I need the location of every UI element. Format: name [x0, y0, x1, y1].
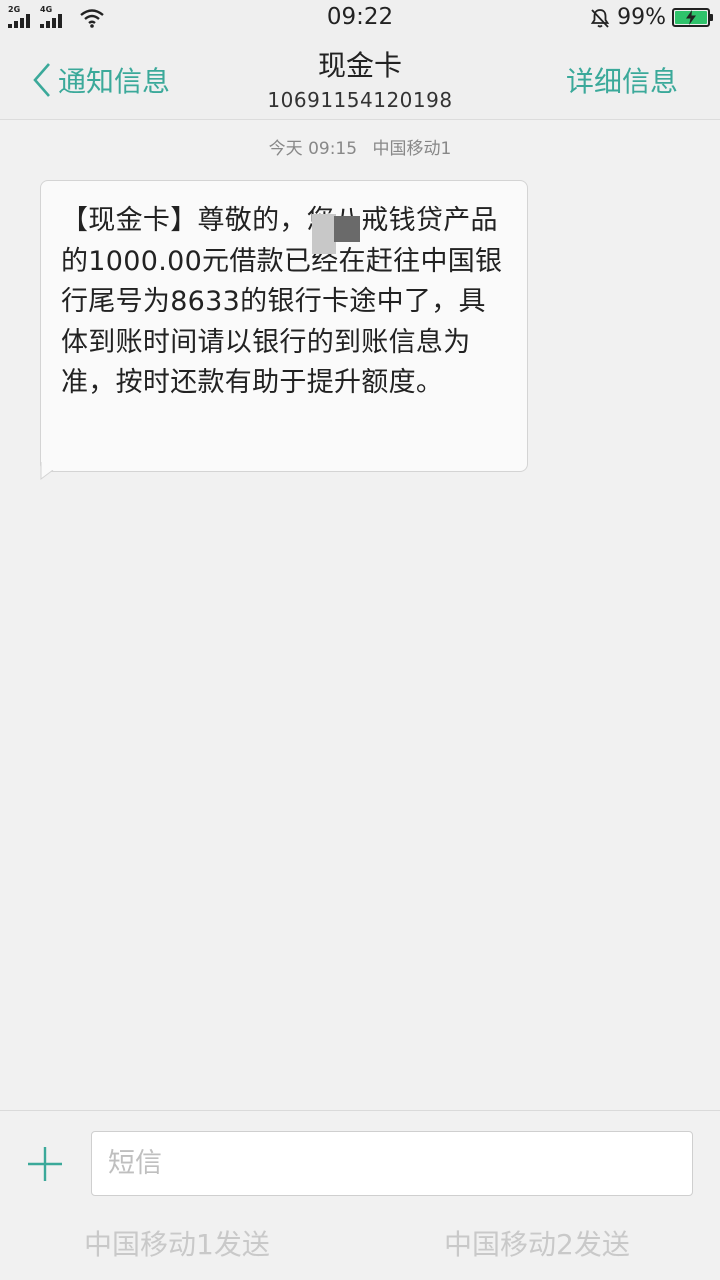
message-time: 今天 09:15: [268, 139, 358, 159]
redaction-block: [312, 214, 336, 254]
battery-percent: 99%: [617, 5, 666, 30]
message-bubble[interactable]: 【现金卡】尊敬的，您八戒钱贷产品的1000.00元借款已经在赶往中国银行尾号为8…: [40, 180, 528, 472]
details-button[interactable]: 详细信息: [566, 60, 678, 100]
status-bar: 2G 4G 09:22 99%: [0, 0, 720, 36]
charging-bolt-icon: [686, 10, 696, 25]
message-text: 【现金卡】尊敬的，您八戒钱贷产品的1000.00元借款已经在赶往中国银行尾号为8…: [61, 205, 503, 398]
conversation-header: 通知信息 现金卡 10691154120198 详细信息: [0, 36, 720, 120]
plus-icon[interactable]: [26, 1145, 64, 1183]
status-right-group: 99%: [589, 5, 713, 30]
message-meta: 今天 09:15 中国移动1: [0, 134, 720, 159]
bubble-tail: [40, 462, 54, 480]
battery-icon: [672, 8, 713, 27]
sms-input[interactable]: [91, 1131, 693, 1196]
composer: 中国移动1发送 中国移动2发送: [0, 1110, 720, 1280]
send-sim1-button[interactable]: 中国移动1发送: [84, 1223, 270, 1263]
redaction-mosaic: [312, 214, 360, 254]
redaction-block: [334, 216, 360, 242]
mute-icon: [590, 8, 610, 28]
send-sim2-button[interactable]: 中国移动2发送: [444, 1223, 630, 1263]
message-carrier: 中国移动1: [372, 139, 452, 159]
